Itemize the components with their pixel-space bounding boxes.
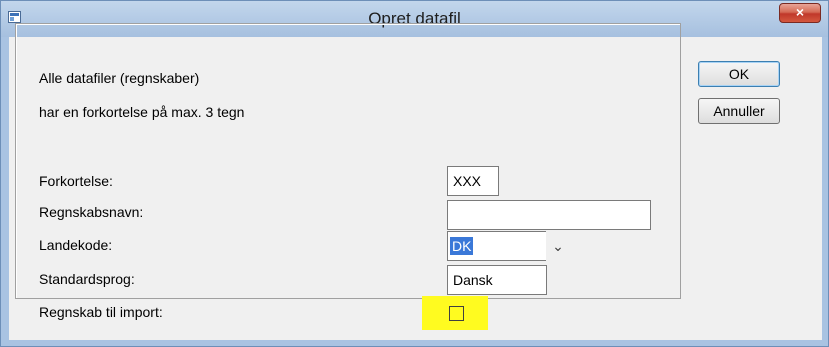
standardsprog-label: Standardsprog: <box>39 271 135 287</box>
landekode-combobox[interactable]: DK <box>447 231 547 261</box>
landekode-selected-value: DK <box>450 237 474 255</box>
close-button[interactable]: × <box>779 3 821 23</box>
regnskabsnavn-input[interactable] <box>447 200 651 230</box>
forkortelse-label: Forkortelse: <box>39 173 113 189</box>
landekode-label: Landekode: <box>39 237 113 253</box>
info-line-2: har en forkortelse på max. 3 tegn <box>39 104 245 120</box>
dialog-window: Opret datafil × Alle datafiler (regnskab… <box>0 0 829 347</box>
cancel-button[interactable]: Annuller <box>698 98 780 124</box>
import-label: Regnskab til import: <box>39 304 163 320</box>
import-checkbox[interactable] <box>449 306 464 321</box>
chevron-down-icon[interactable]: ⌄ <box>546 231 570 261</box>
ok-button[interactable]: OK <box>698 61 780 87</box>
regnskabsnavn-label: Regnskabsnavn: <box>39 204 144 220</box>
form-group-box <box>15 23 681 299</box>
standardsprog-input[interactable]: Dansk <box>447 265 547 295</box>
info-line-1: Alle datafiler (regnskaber) <box>39 70 200 86</box>
forkortelse-input[interactable]: XXX <box>447 166 499 196</box>
